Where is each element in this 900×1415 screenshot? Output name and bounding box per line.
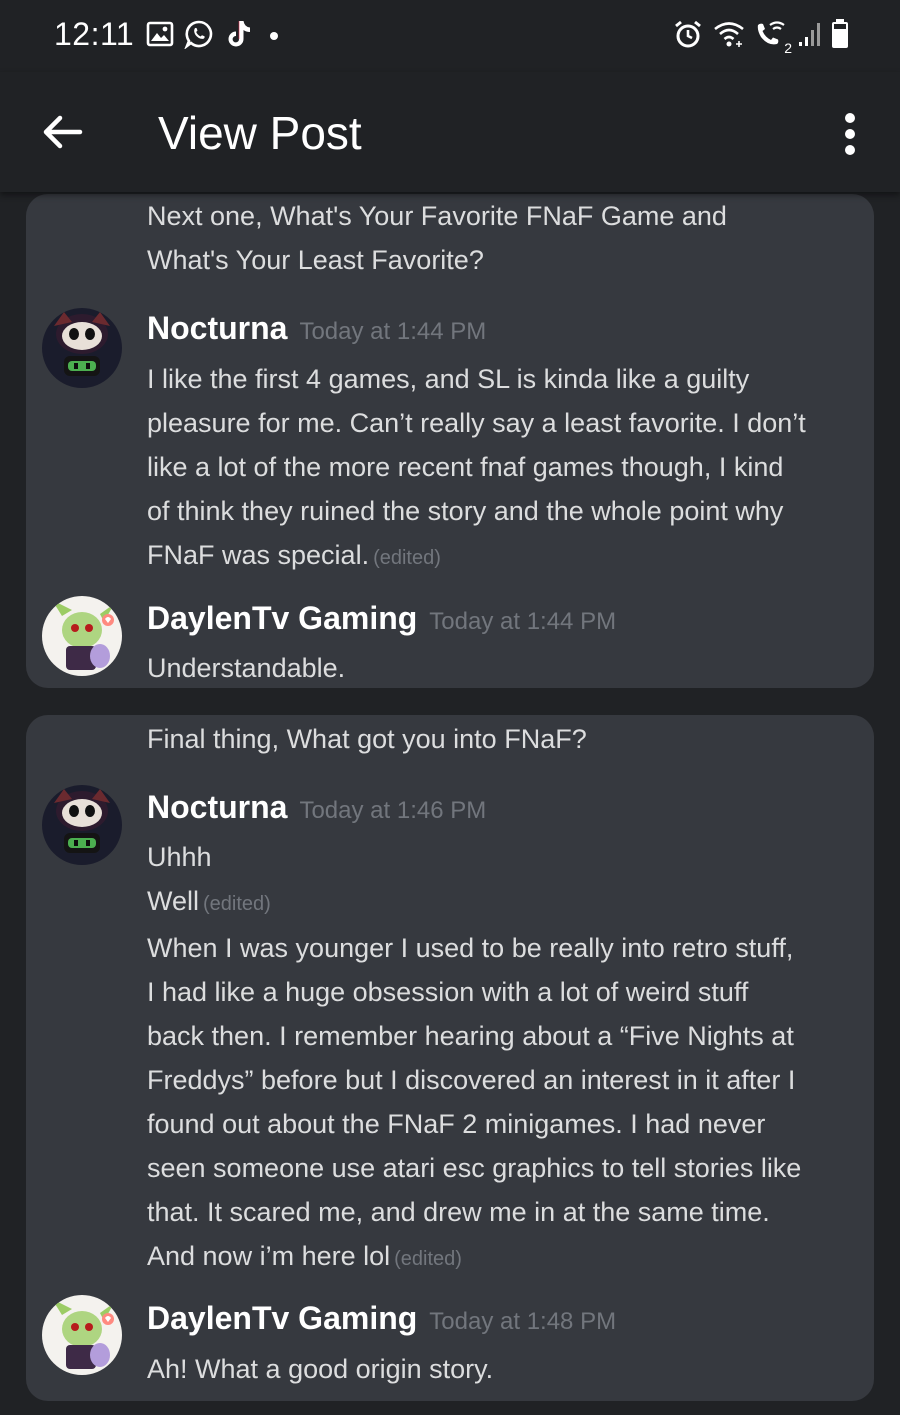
alarm-icon — [672, 18, 704, 55]
status-left-icons — [146, 18, 284, 55]
app-bar: View Post — [0, 72, 900, 192]
sim-label: 2 — [784, 40, 792, 56]
message-timestamp: Today at 1:48 PM — [429, 1308, 617, 1335]
message-line: pleasure for me. Can’t really say a leas… — [147, 408, 806, 438]
message-timestamp: Today at 1:44 PM — [299, 318, 487, 345]
whatsapp-icon — [184, 19, 214, 54]
edited-tag: (edited) — [203, 893, 271, 915]
author-name[interactable]: DaylenTv Gaming — [147, 600, 417, 636]
message-line: I like the first 4 games, and SL is kind… — [147, 364, 750, 394]
message-line: Uhhh — [147, 842, 212, 872]
message-line: And now i’m here lol (edited) — [147, 1241, 462, 1271]
question-text: Next one, What's Your Favorite FNaF Game… — [147, 194, 862, 282]
status-time: 12:11 — [54, 16, 135, 52]
edited-tag: (edited) — [394, 1248, 462, 1270]
battery-icon — [830, 18, 850, 55]
question-line: Next one, What's Your Favorite FNaF Game… — [147, 201, 727, 231]
question-text: Final thing, What got you into FNaF? — [147, 717, 862, 761]
message-body: I like the first 4 games, and SL is kind… — [147, 357, 862, 580]
message-line: Well (edited) — [147, 886, 271, 916]
nocturna-avatar[interactable] — [42, 785, 122, 865]
message-author-row: Nocturna Today at 1:44 PM — [147, 308, 486, 352]
message-line: like a lot of the more recent fnaf games… — [147, 452, 784, 482]
author-name[interactable]: Nocturna — [147, 789, 287, 825]
message-line: When I was younger I used to be really i… — [147, 933, 794, 963]
wifi-call-icon: 2 — [754, 19, 792, 56]
more-vertical-icon — [845, 113, 855, 155]
message-body: Uhhh Well (edited) When I was younger I u… — [147, 835, 862, 1281]
message-line: back then. I remember hearing about a “F… — [147, 1021, 794, 1051]
message-author-row: Nocturna Today at 1:46 PM — [147, 787, 486, 831]
message-body: Ah! What a good origin story. — [147, 1347, 862, 1391]
message-line: Ah! What a good origin story. — [147, 1354, 494, 1384]
wifi-icon — [712, 19, 746, 54]
message-line: FNaF was special. (edited) — [147, 540, 441, 570]
message-body: Understandable. — [147, 646, 862, 690]
author-name[interactable]: Nocturna — [147, 310, 287, 346]
message-line: of think they ruined the story and the w… — [147, 496, 784, 526]
page-title: View Post — [158, 107, 362, 159]
post-card: Next one, What's Your Favorite FNaF Game… — [26, 194, 874, 688]
status-bar: 12:11 2 — [0, 0, 900, 72]
daylen-avatar[interactable] — [42, 1295, 122, 1375]
message-author-row: DaylenTv Gaming Today at 1:48 PM — [147, 1298, 616, 1342]
question-line: What's Your Least Favorite? — [147, 245, 484, 275]
message-line: that. It scared me, and drew me in at th… — [147, 1197, 770, 1227]
tiktok-icon — [224, 18, 254, 55]
daylen-avatar[interactable] — [42, 596, 122, 676]
question-line: Final thing, What got you into FNaF? — [147, 724, 587, 754]
author-name[interactable]: DaylenTv Gaming — [147, 1300, 417, 1336]
message-author-row: DaylenTv Gaming Today at 1:44 PM — [147, 598, 616, 642]
message-timestamp: Today at 1:44 PM — [429, 608, 617, 635]
back-button[interactable] — [36, 106, 88, 158]
message-line: Freddys” before but I discovered an inte… — [147, 1065, 796, 1095]
edited-tag: (edited) — [373, 547, 441, 569]
dot-icon — [264, 24, 284, 49]
arrow-left-icon — [43, 115, 83, 149]
message-line: seen someone use atari esc graphics to t… — [147, 1153, 802, 1183]
status-right-icons: 2 — [672, 18, 850, 56]
nocturna-avatar[interactable] — [42, 308, 122, 388]
post-card: Final thing, What got you into FNaF? Noc… — [26, 715, 874, 1401]
post-content[interactable]: Next one, What's Your Favorite FNaF Game… — [0, 192, 900, 1415]
message-timestamp: Today at 1:46 PM — [299, 797, 487, 824]
signal-icon — [798, 20, 822, 53]
message-line: Understandable. — [147, 653, 346, 683]
message-line: found out about the FNaF 2 minigames. I … — [147, 1109, 766, 1139]
more-options-button[interactable] — [830, 106, 870, 162]
gallery-icon — [146, 20, 174, 53]
message-line: I had like a huge obsession with a lot o… — [147, 977, 749, 1007]
